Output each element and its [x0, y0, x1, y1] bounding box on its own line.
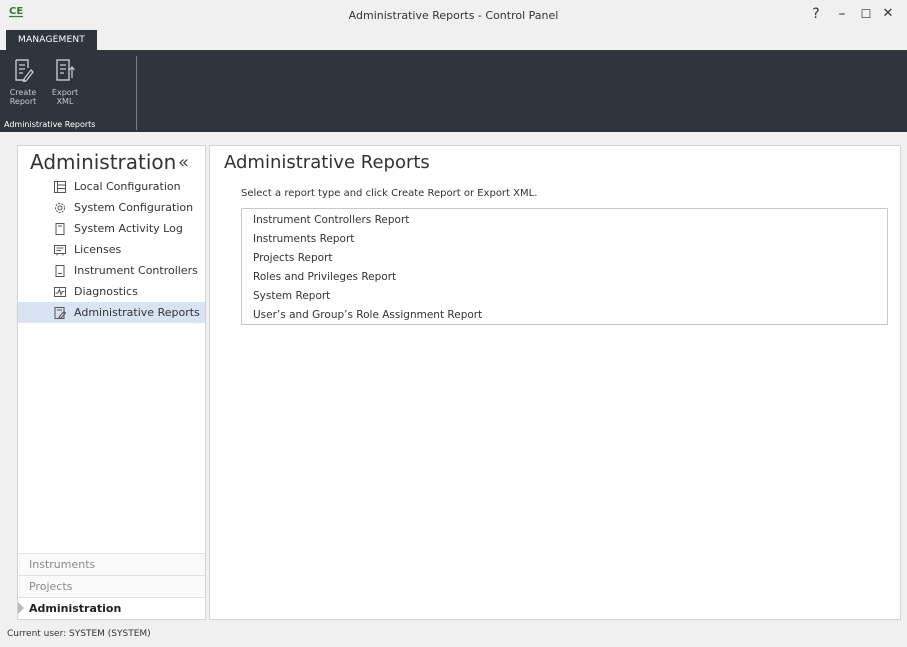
- export-xml-button[interactable]: Export XML: [45, 58, 85, 106]
- minimize-button[interactable]: –: [834, 6, 850, 22]
- help-button[interactable]: ?: [808, 6, 824, 22]
- sidebar-title: Administration: [30, 150, 177, 174]
- sidebar-item-label: Administrative Reports: [74, 306, 200, 319]
- main-panel: Administrative Reports Select a report t…: [209, 145, 901, 620]
- list-item[interactable]: Instrument Controllers Report: [242, 211, 887, 230]
- sidebar-item-label: Diagnostics: [74, 285, 138, 298]
- sidebar-item-system-configuration[interactable]: System Configuration: [18, 197, 205, 218]
- status-bar: Current user: SYSTEM (SYSTEM): [7, 629, 151, 639]
- bottom-nav-administration[interactable]: Administration: [18, 597, 205, 619]
- list-item[interactable]: System Report: [242, 287, 887, 306]
- collapse-sidebar-button[interactable]: «: [178, 152, 189, 173]
- system-activity-log-icon: [55, 223, 65, 235]
- page-title: Administrative Reports: [224, 152, 430, 173]
- sidebar-item-label: Local Configuration: [74, 180, 181, 193]
- list-item[interactable]: Roles and Privileges Report: [242, 268, 887, 287]
- sidebar-item-system-activity-log[interactable]: System Activity Log: [18, 218, 205, 239]
- sidebar: Administration « Local Configuration Sys…: [17, 145, 206, 620]
- system-configuration-icon: [55, 203, 65, 213]
- sidebar-item-local-configuration[interactable]: Local Configuration: [18, 176, 205, 197]
- bottom-nav: Instruments Projects Administration: [18, 553, 205, 619]
- sidebar-item-label: Licenses: [74, 243, 122, 256]
- sidebar-nav-list: Local Configuration System Configuration…: [18, 176, 205, 323]
- title-bar: CE Administrative Reports - Control Pane…: [0, 0, 907, 34]
- diagnostics-icon: [54, 287, 66, 297]
- bottom-nav-projects[interactable]: Projects: [18, 575, 205, 597]
- export-xml-label-1: Export: [51, 88, 79, 97]
- create-report-label-1: Create: [9, 88, 37, 97]
- create-report-label-2: Report: [9, 97, 37, 106]
- export-xml-label-2: XML: [56, 97, 74, 106]
- sidebar-item-diagnostics[interactable]: Diagnostics: [18, 281, 205, 302]
- sidebar-item-label: System Activity Log: [74, 222, 183, 235]
- sidebar-item-label: System Configuration: [74, 201, 194, 214]
- export-xml-icon: [56, 59, 75, 81]
- licenses-icon: [54, 245, 66, 256]
- create-report-button[interactable]: Create Report: [3, 58, 43, 106]
- bottom-nav-instruments[interactable]: Instruments: [18, 553, 205, 575]
- instrument-controllers-icon: [55, 265, 65, 277]
- instruction-text: Select a report type and click Create Re…: [241, 188, 538, 199]
- ribbon: Create Report Export XML Administrative …: [0, 50, 907, 132]
- local-configuration-icon: [54, 181, 66, 193]
- maximize-button[interactable]: ☐: [858, 7, 874, 21]
- close-button[interactable]: ✕: [880, 6, 896, 21]
- create-report-icon: [15, 59, 34, 82]
- tab-management[interactable]: MANAGEMENT: [6, 30, 97, 50]
- window-title: Administrative Reports - Control Panel: [348, 9, 559, 22]
- sidebar-item-administrative-reports[interactable]: Administrative Reports: [18, 302, 205, 323]
- sidebar-item-instrument-controllers[interactable]: Instrument Controllers: [18, 260, 205, 281]
- list-item[interactable]: User’s and Group’s Role Assignment Repor…: [242, 306, 887, 325]
- report-type-list: Instrument Controllers Report Instrument…: [241, 208, 888, 325]
- sidebar-item-label: Instrument Controllers: [74, 264, 198, 277]
- ribbon-group-label: Administrative Reports: [4, 120, 96, 129]
- sidebar-item-licenses[interactable]: Licenses: [18, 239, 205, 260]
- list-item[interactable]: Instruments Report: [242, 230, 887, 249]
- administrative-reports-icon: [54, 307, 66, 319]
- list-item[interactable]: Projects Report: [242, 249, 887, 268]
- ribbon-separator: [136, 56, 137, 130]
